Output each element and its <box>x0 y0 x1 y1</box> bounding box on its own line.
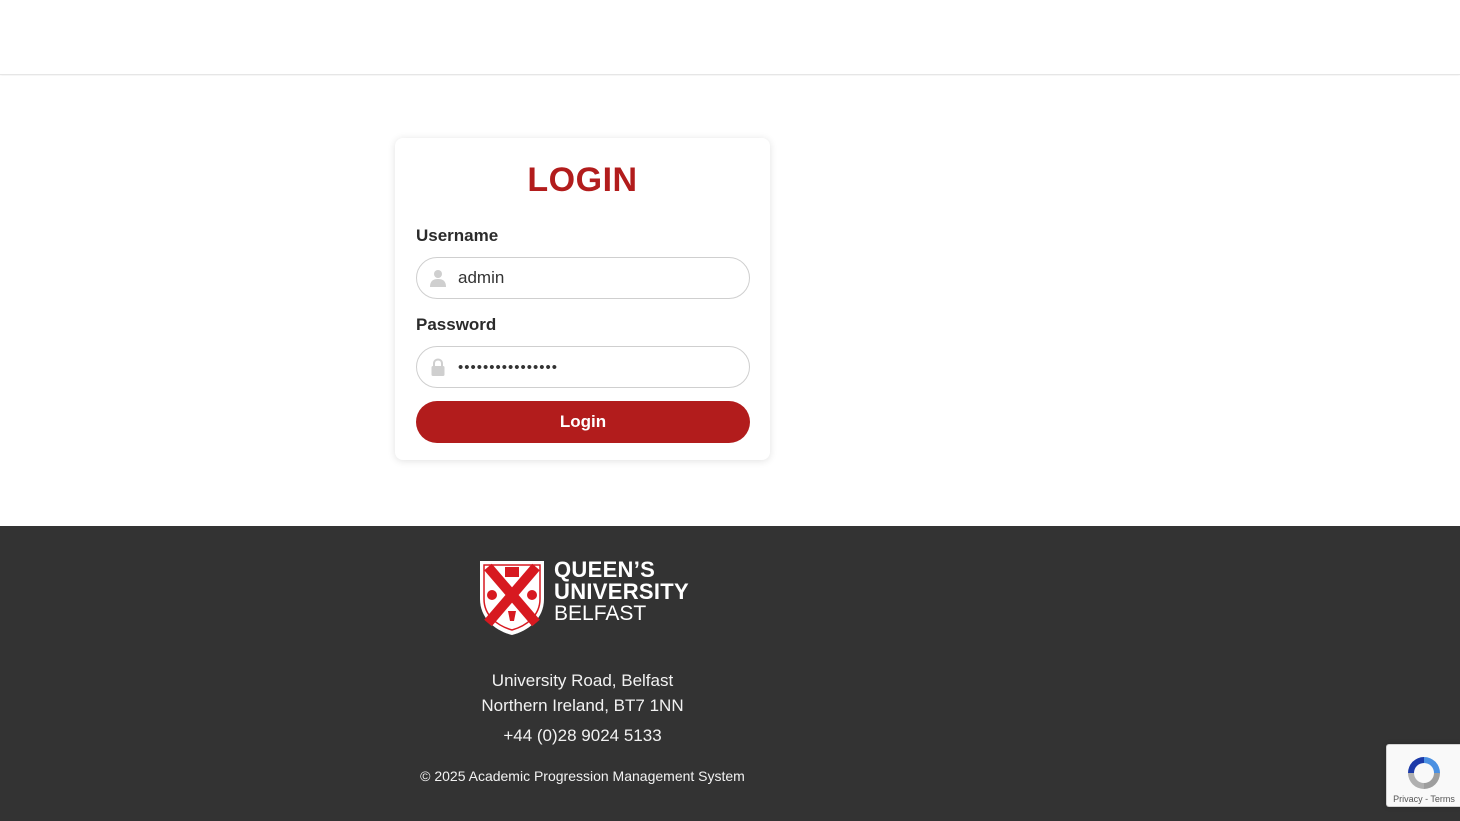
logo-line-2: UNIVERSITY <box>554 579 690 604</box>
username-field-wrapper <box>416 257 750 299</box>
login-title: LOGIN <box>527 161 638 199</box>
username-label: Username <box>416 226 499 245</box>
recaptcha-privacy-terms-links[interactable]: Privacy - Terms <box>1387 794 1460 804</box>
main-content: LOGIN Username Password Login <box>0 76 1460 526</box>
user-icon <box>430 270 446 287</box>
lock-icon <box>431 358 445 376</box>
logo-line-1: QUEEN’S <box>554 557 656 582</box>
username-input[interactable] <box>458 258 743 298</box>
logo-line-3: BELFAST <box>554 602 647 625</box>
footer-copyright: © 2025 Academic Progression Management S… <box>420 768 745 784</box>
university-logo[interactable]: QUEEN’S UNIVERSITY BELFAST <box>478 559 689 637</box>
recaptcha-icon <box>1408 757 1440 789</box>
password-input[interactable] <box>458 347 743 387</box>
address-line-1: University Road, Belfast <box>491 671 674 690</box>
address-line-2: Northern Ireland, BT7 1NN <box>481 696 684 715</box>
top-header-bar <box>0 0 1460 75</box>
footer: QUEEN’S UNIVERSITY BELFAST University Ro… <box>0 526 1460 821</box>
university-name: QUEEN’S UNIVERSITY BELFAST <box>554 559 689 625</box>
password-label: Password <box>416 315 497 334</box>
footer-phone: +44 (0)28 9024 5133 <box>503 726 662 745</box>
recaptcha-badge[interactable]: Privacy - Terms <box>1386 744 1460 807</box>
login-button[interactable]: Login <box>416 401 750 443</box>
university-crest-icon <box>480 561 544 635</box>
login-card: LOGIN Username Password Login <box>395 138 770 460</box>
password-field-wrapper <box>416 346 750 388</box>
footer-address: University Road, Belfast Northern Irelan… <box>395 668 770 718</box>
